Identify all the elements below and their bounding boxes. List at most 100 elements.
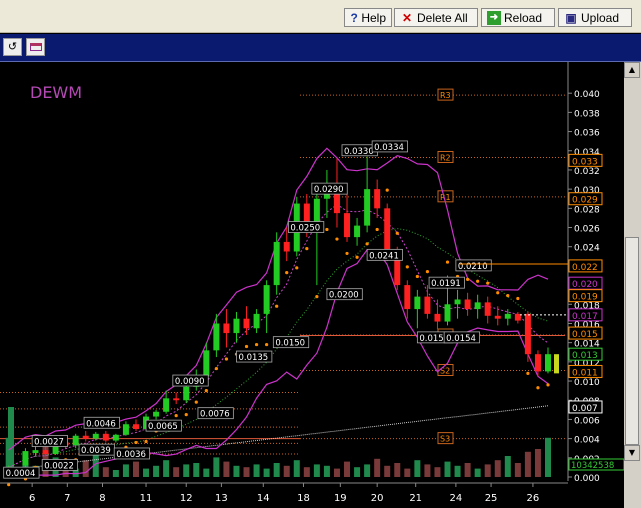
x-tick-label: 18 bbox=[297, 493, 310, 504]
help-button[interactable]: ? Help bbox=[344, 8, 392, 27]
volume-bar bbox=[112, 470, 119, 477]
svg-text:10342538: 10342538 bbox=[571, 461, 614, 471]
volume-bar bbox=[414, 460, 421, 477]
svg-text:0.0039: 0.0039 bbox=[81, 446, 111, 456]
y-tick-label: 0.010 bbox=[574, 378, 600, 388]
volume-bar bbox=[534, 449, 541, 477]
red-x-icon: ✕ bbox=[401, 10, 413, 25]
svg-text:0.0154: 0.0154 bbox=[446, 334, 476, 344]
sar-dot bbox=[526, 371, 530, 375]
volume-bar bbox=[364, 464, 371, 477]
svg-text:0.0022: 0.0022 bbox=[44, 461, 74, 471]
sar-dot bbox=[305, 247, 309, 251]
volume-bar bbox=[122, 464, 129, 477]
delete-all-label: Delete All bbox=[417, 10, 468, 25]
sar-dot bbox=[405, 265, 409, 269]
volume-bar bbox=[153, 465, 160, 477]
price-annotation: 0.0200 bbox=[326, 288, 363, 301]
svg-text:S3: S3 bbox=[440, 435, 450, 444]
sar-dot bbox=[315, 295, 319, 299]
sar-dot bbox=[445, 260, 450, 264]
sar-dot bbox=[516, 296, 520, 301]
volume-bar bbox=[223, 461, 230, 477]
volume-bar bbox=[233, 465, 240, 477]
sar-dot bbox=[295, 266, 299, 270]
sar-dot bbox=[194, 400, 198, 404]
vertical-scrollbar[interactable]: ▲ ▼ bbox=[624, 62, 641, 508]
volume-bar bbox=[444, 461, 451, 477]
x-tick-label: 6 bbox=[29, 493, 35, 504]
svg-text:0.0334: 0.0334 bbox=[374, 143, 404, 153]
sar-dot bbox=[506, 294, 510, 298]
price-annotation: 0.0065 bbox=[145, 419, 182, 432]
x-tick-label: 8 bbox=[99, 493, 105, 504]
svg-text:0.020: 0.020 bbox=[572, 280, 598, 290]
svg-text:R3: R3 bbox=[440, 91, 451, 100]
svg-text:0.013: 0.013 bbox=[572, 351, 598, 361]
help-label: Help bbox=[361, 10, 386, 25]
pivot-label-r3: R3 bbox=[437, 88, 454, 101]
sar-dot bbox=[425, 270, 430, 274]
price-annotation: 0.0090 bbox=[172, 374, 209, 387]
chart-settings-button[interactable] bbox=[26, 38, 45, 56]
price-chart[interactable]: DEWMR3R2R1S1S2S30.00040.00220.00270.0039… bbox=[0, 62, 624, 508]
x-tick-label: 14 bbox=[257, 493, 270, 504]
price-annotation: 0.0191 bbox=[428, 276, 465, 289]
price-marker: 0.019 bbox=[568, 289, 603, 303]
reload-button[interactable]: ➜ Reload bbox=[481, 8, 555, 27]
svg-text:0.022: 0.022 bbox=[572, 263, 598, 273]
x-tick-label: 20 bbox=[371, 493, 384, 504]
y-tick-label: 0.000 bbox=[574, 474, 600, 484]
volume-bar bbox=[243, 467, 250, 477]
volume-bar bbox=[524, 451, 531, 477]
sar-dot bbox=[466, 277, 470, 281]
volume-bar bbox=[183, 464, 190, 477]
price-annotation: 0.0290 bbox=[311, 182, 348, 195]
volume-bar bbox=[494, 460, 501, 477]
volume-bar bbox=[344, 461, 351, 477]
svg-text:0.0046: 0.0046 bbox=[86, 419, 116, 429]
svg-text:0.0076: 0.0076 bbox=[200, 410, 230, 420]
sar-dot bbox=[204, 389, 208, 393]
price-marker: 0.017 bbox=[568, 308, 603, 322]
delete-all-button[interactable]: ✕ Delete All bbox=[394, 8, 478, 27]
x-tick-label: 24 bbox=[450, 493, 463, 504]
panel-icon bbox=[29, 43, 42, 51]
y-tick-label: 0.036 bbox=[574, 129, 600, 139]
toolbar: ? Help ✕ Delete All ➜ Reload ▣ Upload bbox=[0, 0, 641, 33]
scroll-thumb[interactable] bbox=[625, 237, 639, 445]
svg-text:0.0004: 0.0004 bbox=[6, 469, 36, 479]
svg-text:0.0200: 0.0200 bbox=[329, 291, 359, 301]
price-annotation: 0.0022 bbox=[41, 459, 78, 471]
undo-button[interactable]: ↺ bbox=[3, 38, 22, 56]
sar-dot bbox=[244, 344, 249, 349]
price-annotation: 0.0036 bbox=[113, 447, 151, 460]
price-annotation: 0.0154 bbox=[443, 331, 480, 344]
y-tick-label: 0.040 bbox=[574, 90, 600, 100]
scroll-down-button[interactable]: ▼ bbox=[624, 445, 640, 461]
sar-dot bbox=[275, 304, 279, 308]
svg-text:0.019: 0.019 bbox=[572, 293, 598, 303]
svg-text:R2: R2 bbox=[440, 153, 451, 162]
volume-bar bbox=[514, 463, 521, 477]
current-candle bbox=[554, 354, 559, 374]
sar-dot bbox=[355, 255, 359, 259]
price-marker: 0.015 bbox=[568, 326, 603, 340]
sar-dot bbox=[375, 227, 379, 232]
volume-bar bbox=[354, 467, 361, 477]
svg-text:0.0241: 0.0241 bbox=[369, 251, 399, 261]
svg-text:0.0036: 0.0036 bbox=[116, 450, 146, 460]
volume-bar bbox=[193, 463, 200, 477]
volume-bar bbox=[404, 468, 411, 477]
volume-bar bbox=[273, 463, 280, 477]
green-arrow-icon: ➜ bbox=[487, 10, 501, 25]
scroll-up-button[interactable]: ▲ bbox=[624, 62, 640, 78]
undo-icon: ↺ bbox=[7, 40, 18, 53]
sar-dot bbox=[144, 439, 148, 444]
price-annotation: 0.0076 bbox=[197, 407, 234, 420]
svg-text:0.007: 0.007 bbox=[572, 404, 598, 414]
upload-button[interactable]: ▣ Upload bbox=[558, 8, 632, 27]
y-tick-label: 0.004 bbox=[574, 436, 600, 446]
volume-bar bbox=[253, 464, 260, 477]
sar-dot bbox=[486, 281, 490, 285]
